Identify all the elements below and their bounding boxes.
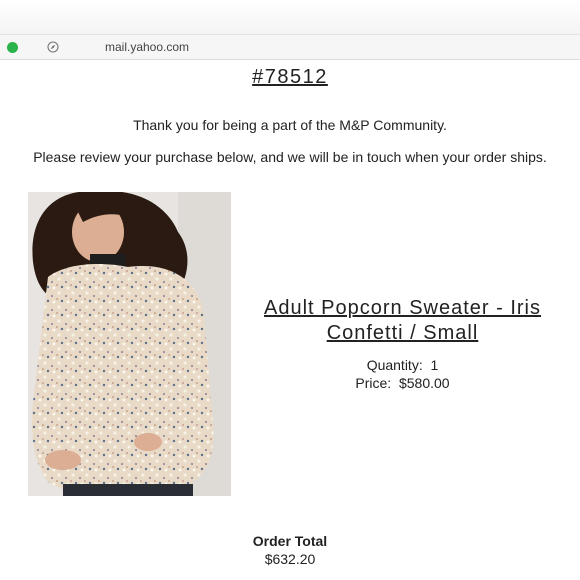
compass-icon[interactable] [47,41,59,53]
quantity-value: 1 [430,357,439,373]
product-image[interactable] [28,192,231,496]
order-total-value: $632.20 [264,551,316,567]
price-line: Price: $580.00 [240,375,565,391]
quantity-line: Quantity: 1 [240,357,565,373]
order-total-label: Order Total [252,533,328,549]
browser-top-strip [0,0,580,34]
quantity-label: Quantity: [366,357,423,373]
thank-you-text: Thank you for being a part of the M&P Co… [133,117,447,133]
address-bar[interactable]: mail.yahoo.com [0,34,580,60]
order-number-link[interactable]: #78512 [0,66,580,89]
status-dot-icon [7,42,18,53]
price-value: $580.00 [398,375,450,391]
price-label: Price: [355,375,392,391]
review-message: Please review your purchase below, and w… [33,149,547,165]
product-name-link[interactable]: Adult Popcorn Sweater - Iris Confetti / … [240,296,565,346]
url-text[interactable]: mail.yahoo.com [105,40,189,54]
